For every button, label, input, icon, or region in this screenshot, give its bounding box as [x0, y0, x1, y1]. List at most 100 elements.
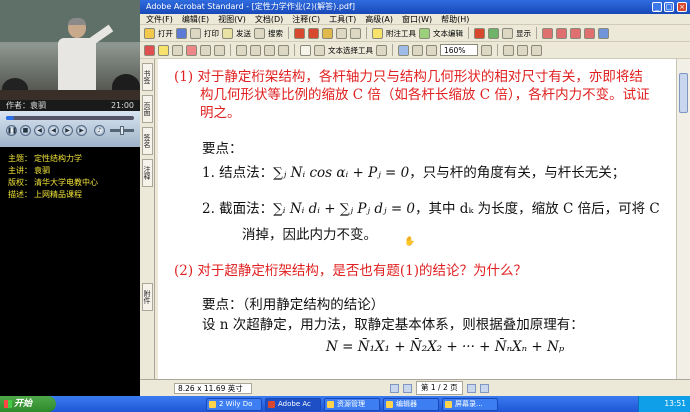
undo-icon[interactable] [236, 44, 247, 56]
previous-page-icon[interactable] [403, 383, 412, 393]
task-2[interactable]: Adobe Ac [265, 397, 321, 411]
seek-bar[interactable] [6, 116, 134, 120]
menu-tools[interactable]: 工具(T) [329, 14, 356, 24]
clip-icon[interactable] [350, 27, 361, 39]
snapshot-icon[interactable] [376, 44, 387, 56]
task-4[interactable]: 编辑器 [383, 397, 439, 411]
menu-advanced[interactable]: 高级(A) [365, 14, 393, 24]
stop-icon[interactable]: ■ [20, 125, 31, 136]
underline-icon[interactable] [200, 44, 211, 56]
volume-slider[interactable] [110, 126, 134, 135]
forward-icon[interactable]: ▶ [76, 125, 87, 136]
taskbar: 开始 2 Wily Do Adobe Ac 资源管理 编辑器 屏幕录... 13… [0, 396, 690, 412]
rewind-icon[interactable]: ◀ [34, 125, 45, 136]
mute-icon[interactable]: ♪ [94, 125, 105, 136]
text-edit-button[interactable]: 文本编辑 [433, 28, 463, 39]
open-button[interactable]: 打开 [158, 28, 173, 39]
info-speaker: 袁驷 [34, 166, 50, 175]
binoculars-icon [254, 27, 265, 39]
tab-attachments[interactable]: 附件 [142, 283, 153, 311]
tab-signatures[interactable]: 签名 [142, 127, 153, 155]
rotate-right-icon[interactable] [278, 44, 289, 56]
save-icon[interactable] [176, 27, 187, 39]
cloud-tool-icon[interactable] [570, 27, 581, 39]
tab-bookmarks[interactable]: 书签 [142, 63, 153, 91]
help-icon[interactable] [598, 27, 609, 39]
fit-page-icon[interactable] [503, 44, 514, 56]
mail-icon [222, 27, 233, 39]
text-box-icon[interactable] [158, 44, 169, 56]
zoom-in-icon[interactable] [426, 44, 437, 56]
text-select-button[interactable]: 文本选择工具 [328, 45, 373, 56]
menu-document[interactable]: 文档(D) [255, 14, 283, 24]
search-button[interactable]: 搜索 [268, 28, 283, 39]
formula-section: ∑ᵢ Nᵢ dᵢ + ∑ⱼ Pⱼ dⱼ = 0 [273, 201, 416, 217]
zoom-level-field[interactable]: 160% [440, 44, 478, 56]
chevron-down-icon[interactable] [481, 44, 492, 56]
menu-help[interactable]: 帮助(H) [441, 14, 469, 24]
lecturer [58, 18, 114, 100]
hand-cursor-icon: ✋ [404, 237, 416, 247]
reflow-icon[interactable] [531, 44, 542, 56]
stamp-icon[interactable] [474, 27, 485, 39]
rotate-icon[interactable] [264, 44, 275, 56]
line-tool-icon[interactable] [584, 27, 595, 39]
rect-tool-icon[interactable] [542, 27, 553, 39]
formula-superposition: N = N̄₁X₁ + N̄₂X₂ + ··· + N̄ₙXₙ + Nₚ [326, 339, 565, 355]
menu-comments[interactable]: 注释(C) [292, 14, 320, 24]
author-bar: 作者：袁驷 21:00 [0, 100, 140, 111]
check-icon[interactable] [488, 27, 499, 39]
task-1[interactable]: 2 Wily Do [206, 397, 262, 411]
page-indicator[interactable]: 第 1 / 2 页 [416, 381, 463, 395]
menu-edit[interactable]: 编辑(E) [182, 14, 209, 24]
start-button[interactable]: 开始 [0, 396, 56, 412]
menu-file[interactable]: 文件(F) [146, 14, 173, 24]
playback-time: 21:00 [110, 101, 134, 110]
lock-icon[interactable] [322, 27, 333, 39]
fit-width-icon[interactable] [517, 44, 528, 56]
text-select-icon [314, 44, 325, 56]
display-button[interactable]: 显示 [516, 28, 531, 39]
send-button[interactable]: 发送 [236, 28, 251, 39]
last-page-icon[interactable] [479, 383, 489, 393]
page-size: 8.26 x 11.69 英寸 [174, 383, 252, 394]
minimize-icon[interactable]: _ [652, 2, 662, 12]
maximize-icon[interactable]: □ [664, 2, 674, 12]
vertical-scrollbar[interactable] [676, 59, 690, 379]
zoom-icon[interactable] [398, 44, 409, 56]
comment-color-icon[interactable] [144, 44, 155, 56]
pdf-icon[interactable] [294, 27, 305, 39]
oval-tool-icon[interactable] [556, 27, 567, 39]
next-icon[interactable]: ▶ [62, 125, 73, 136]
scrollbar-thumb[interactable] [679, 73, 688, 113]
highlighter-icon[interactable] [186, 44, 197, 56]
task-5[interactable]: 屏幕录... [442, 397, 498, 411]
menu-view[interactable]: 视图(V) [218, 14, 246, 24]
pause-icon[interactable]: ❚❚ [6, 125, 17, 136]
comment-tools-button[interactable]: 附注工具 [386, 28, 416, 39]
window-title: Adobe Acrobat Standard - [定性力学作业(2)(解答).… [140, 0, 690, 14]
close-icon[interactable]: × [677, 2, 687, 12]
point-1: 1. 结点法：∑ⱼ Nᵢ cos αᵢ + Pⱼ = 0，只与杆的角度有关，与杆… [202, 165, 626, 181]
pencil-icon[interactable] [172, 44, 183, 56]
tab-pages[interactable]: 页面 [142, 95, 153, 123]
hand-tool-icon[interactable] [300, 44, 311, 56]
task-3[interactable]: 资源管理 [324, 397, 380, 411]
lecture-video[interactable] [0, 0, 140, 100]
first-page-icon[interactable] [390, 383, 399, 393]
pdf-icon[interactable] [308, 27, 319, 39]
pen-icon[interactable] [336, 27, 347, 39]
page-navigation: 第 1 / 2 页 [390, 381, 489, 395]
q2-description: 设 n 次超静定，用力法，取静定基本体系，则根据叠加原理有： [202, 317, 584, 333]
author-name: 袁驷 [30, 101, 46, 110]
menu-window[interactable]: 窗口(W) [402, 14, 432, 24]
tab-comments[interactable]: 注释 [142, 159, 153, 187]
pdf-page[interactable]: (1) 对于静定桁架结构，各杆轴力只与结构几何形状的相对尺寸有关，亦即将结 构几… [158, 59, 676, 379]
next-page-icon[interactable] [466, 383, 476, 393]
zoom-out-icon[interactable] [412, 44, 423, 56]
redo-icon[interactable] [250, 44, 261, 56]
acrobat-icon [268, 400, 275, 408]
print-button[interactable]: 打印 [204, 28, 219, 39]
previous-icon[interactable]: ◀ [48, 125, 59, 136]
attach-icon[interactable] [214, 44, 225, 56]
